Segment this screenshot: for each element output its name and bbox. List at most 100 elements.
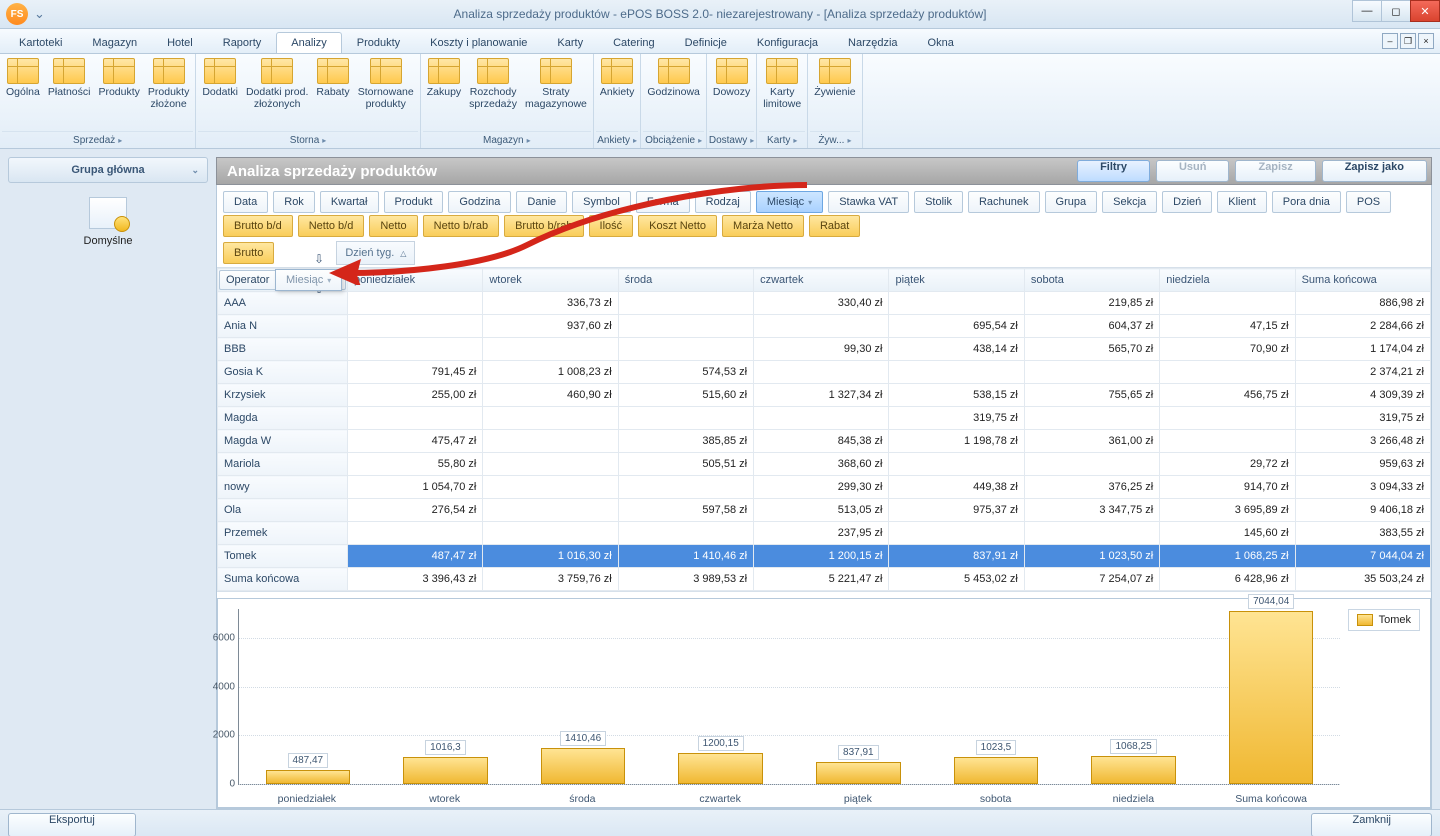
ribbon-item[interactable]: Dodatki — [198, 56, 242, 131]
bar[interactable] — [678, 753, 763, 784]
table-row[interactable]: nowy1 054,70 zł299,30 zł449,38 zł376,25 … — [218, 476, 1431, 499]
ribbon-item[interactable]: Produktyzłożone — [144, 56, 193, 131]
menu-tab-karty[interactable]: Karty — [542, 32, 598, 53]
group-by-dropzone[interactable]: Dzień tyg. △ — [336, 241, 415, 265]
ribbon-group-label[interactable]: Magazyn▸ — [423, 131, 591, 148]
side-panel-item[interactable]: Domyślne — [8, 235, 208, 247]
table-row[interactable]: Mariola55,80 zł505,51 zł368,60 zł29,72 z… — [218, 453, 1431, 476]
ribbon-collapse-icon[interactable]: ⌄ — [34, 6, 45, 22]
table-row[interactable]: Gosia K791,45 zł1 008,23 zł574,53 zł2 37… — [218, 361, 1431, 384]
bar[interactable] — [541, 748, 626, 784]
menu-tab-catering[interactable]: Catering — [598, 32, 670, 53]
col-header[interactable]: piątek — [889, 269, 1024, 292]
bar[interactable] — [816, 762, 901, 784]
ribbon-group-label[interactable]: Karty▸ — [759, 131, 805, 148]
ribbon-group-label[interactable]: Sprzedaż▸ — [2, 131, 193, 148]
filter-dzień[interactable]: Dzień — [1162, 191, 1212, 213]
close-panel-button[interactable]: Zamknij — [1311, 813, 1432, 836]
bar[interactable] — [403, 757, 488, 784]
default-group-icon[interactable] — [89, 197, 127, 229]
side-panel-title[interactable]: Grupa główna ⌄ — [8, 157, 208, 183]
ribbon-item[interactable]: Kartylimitowe — [759, 56, 805, 131]
ribbon-item[interactable]: Ankiety — [596, 56, 638, 131]
mdi-restore-button[interactable]: ❐ — [1400, 33, 1416, 49]
filter-marża-netto[interactable]: Marża Netto — [722, 215, 804, 237]
menu-tab-hotel[interactable]: Hotel — [152, 32, 208, 53]
ribbon-item[interactable]: Płatności — [44, 56, 95, 131]
filter-netto-b/rab[interactable]: Netto b/rab — [423, 215, 499, 237]
menu-tab-kartoteki[interactable]: Kartoteki — [4, 32, 77, 53]
close-button[interactable]: ✕ — [1410, 0, 1440, 22]
ribbon-item[interactable]: Rabaty — [312, 56, 353, 131]
table-row[interactable]: Magda W475,47 zł385,85 zł845,38 zł1 198,… — [218, 430, 1431, 453]
filter-danie[interactable]: Danie — [516, 191, 567, 213]
filter-forma[interactable]: Forma — [636, 191, 690, 213]
filter-godzina[interactable]: Godzina — [448, 191, 511, 213]
table-row[interactable]: Krzysiek255,00 zł460,90 zł515,60 zł1 327… — [218, 384, 1431, 407]
filter-rodzaj[interactable]: Rodzaj — [695, 191, 751, 213]
mdi-close-button[interactable]: × — [1418, 33, 1434, 49]
menu-tab-produkty[interactable]: Produkty — [342, 32, 415, 53]
ribbon-item[interactable]: Godzinowa — [643, 56, 704, 131]
filter-brutto-b/rab[interactable]: Brutto b/rab — [504, 215, 583, 237]
menu-tab-magazyn[interactable]: Magazyn — [77, 32, 152, 53]
filter-stolik[interactable]: Stolik — [914, 191, 963, 213]
menu-tab-koszty i planowanie[interactable]: Koszty i planowanie — [415, 32, 542, 53]
menu-tab-okna[interactable]: Okna — [913, 32, 969, 53]
ribbon-item[interactable]: Stratymagazynowe — [521, 56, 591, 131]
filter-rabat[interactable]: Rabat — [809, 215, 860, 237]
bar[interactable] — [266, 770, 351, 784]
menu-tab-analizy[interactable]: Analizy — [276, 32, 341, 53]
col-header[interactable]: poniedziałek — [347, 269, 482, 292]
ribbon-group-label[interactable]: Ankiety▸ — [596, 131, 638, 148]
menu-tab-konfiguracja[interactable]: Konfiguracja — [742, 32, 833, 53]
filter-klient[interactable]: Klient — [1217, 191, 1267, 213]
table-row[interactable]: AAA336,73 zł330,40 zł219,85 zł886,98 zł — [218, 292, 1431, 315]
bar[interactable] — [1091, 756, 1176, 784]
col-header[interactable]: niedziela — [1160, 269, 1295, 292]
table-row[interactable]: Ola276,54 zł597,58 zł513,05 zł975,37 zł3… — [218, 499, 1431, 522]
ribbon-group-label[interactable]: Storna▸ — [198, 131, 417, 148]
filter-rachunek[interactable]: Rachunek — [968, 191, 1040, 213]
filter-produkt[interactable]: Produkt — [384, 191, 444, 213]
minimize-button[interactable]: — — [1352, 0, 1382, 22]
col-header[interactable]: Operator — [218, 269, 348, 292]
mdi-minimize-button[interactable]: – — [1382, 33, 1398, 49]
ribbon-item[interactable]: Żywienie — [810, 56, 859, 131]
filter-ilość[interactable]: Ilość — [589, 215, 634, 237]
row-field-operator[interactable]: Operator — [219, 270, 346, 290]
filter-netto[interactable]: Netto — [369, 215, 417, 237]
ribbon-item[interactable]: Dodatki prod.złożonych — [242, 56, 312, 131]
menu-tab-raporty[interactable]: Raporty — [208, 32, 277, 53]
table-row[interactable]: Magda319,75 zł319,75 zł — [218, 407, 1431, 430]
filter-data[interactable]: Data — [223, 191, 268, 213]
filter-sekcja[interactable]: Sekcja — [1102, 191, 1157, 213]
table-row[interactable]: BBB99,30 zł438,14 zł565,70 zł70,90 zł1 1… — [218, 338, 1431, 361]
col-header[interactable]: środa — [618, 269, 753, 292]
filter-pos[interactable]: POS — [1346, 191, 1391, 213]
ribbon-group-label[interactable]: Żyw...▸ — [810, 131, 859, 148]
col-header[interactable]: czwartek — [754, 269, 889, 292]
save-button[interactable]: Zapisz — [1235, 160, 1315, 182]
table-row[interactable]: Suma końcowa3 396,43 zł3 759,76 zł3 989,… — [218, 568, 1431, 591]
filter-miesiąc[interactable]: Miesiąc▾ — [756, 191, 823, 213]
table-row[interactable]: Przemek237,95 zł145,60 zł383,55 zł — [218, 522, 1431, 545]
filter-rok[interactable]: Rok — [273, 191, 315, 213]
ribbon-item[interactable]: Stornowaneprodukty — [354, 56, 418, 131]
filter-brutto-b/d[interactable]: Brutto b/d — [223, 215, 293, 237]
filter-stawka-vat[interactable]: Stawka VAT — [828, 191, 909, 213]
menu-tab-definicje[interactable]: Definicje — [670, 32, 742, 53]
col-header[interactable]: sobota — [1024, 269, 1159, 292]
filter-kwartał[interactable]: Kwartał — [320, 191, 379, 213]
ribbon-group-label[interactable]: Dostawy▸ — [709, 131, 754, 148]
save-as-button[interactable]: Zapisz jako — [1322, 160, 1427, 182]
ribbon-item[interactable]: Zakupy — [423, 56, 465, 131]
col-header[interactable]: wtorek — [483, 269, 618, 292]
export-button[interactable]: Eksportuj — [8, 813, 136, 836]
filter-netto-b/d[interactable]: Netto b/d — [298, 215, 365, 237]
ribbon-item[interactable]: Produkty — [94, 56, 143, 131]
delete-button[interactable]: Usuń — [1156, 160, 1230, 182]
filter-pora-dnia[interactable]: Pora dnia — [1272, 191, 1341, 213]
table-row[interactable]: Tomek487,47 zł1 016,30 zł1 410,46 zł1 20… — [218, 545, 1431, 568]
filter-koszt-netto[interactable]: Koszt Netto — [638, 215, 717, 237]
